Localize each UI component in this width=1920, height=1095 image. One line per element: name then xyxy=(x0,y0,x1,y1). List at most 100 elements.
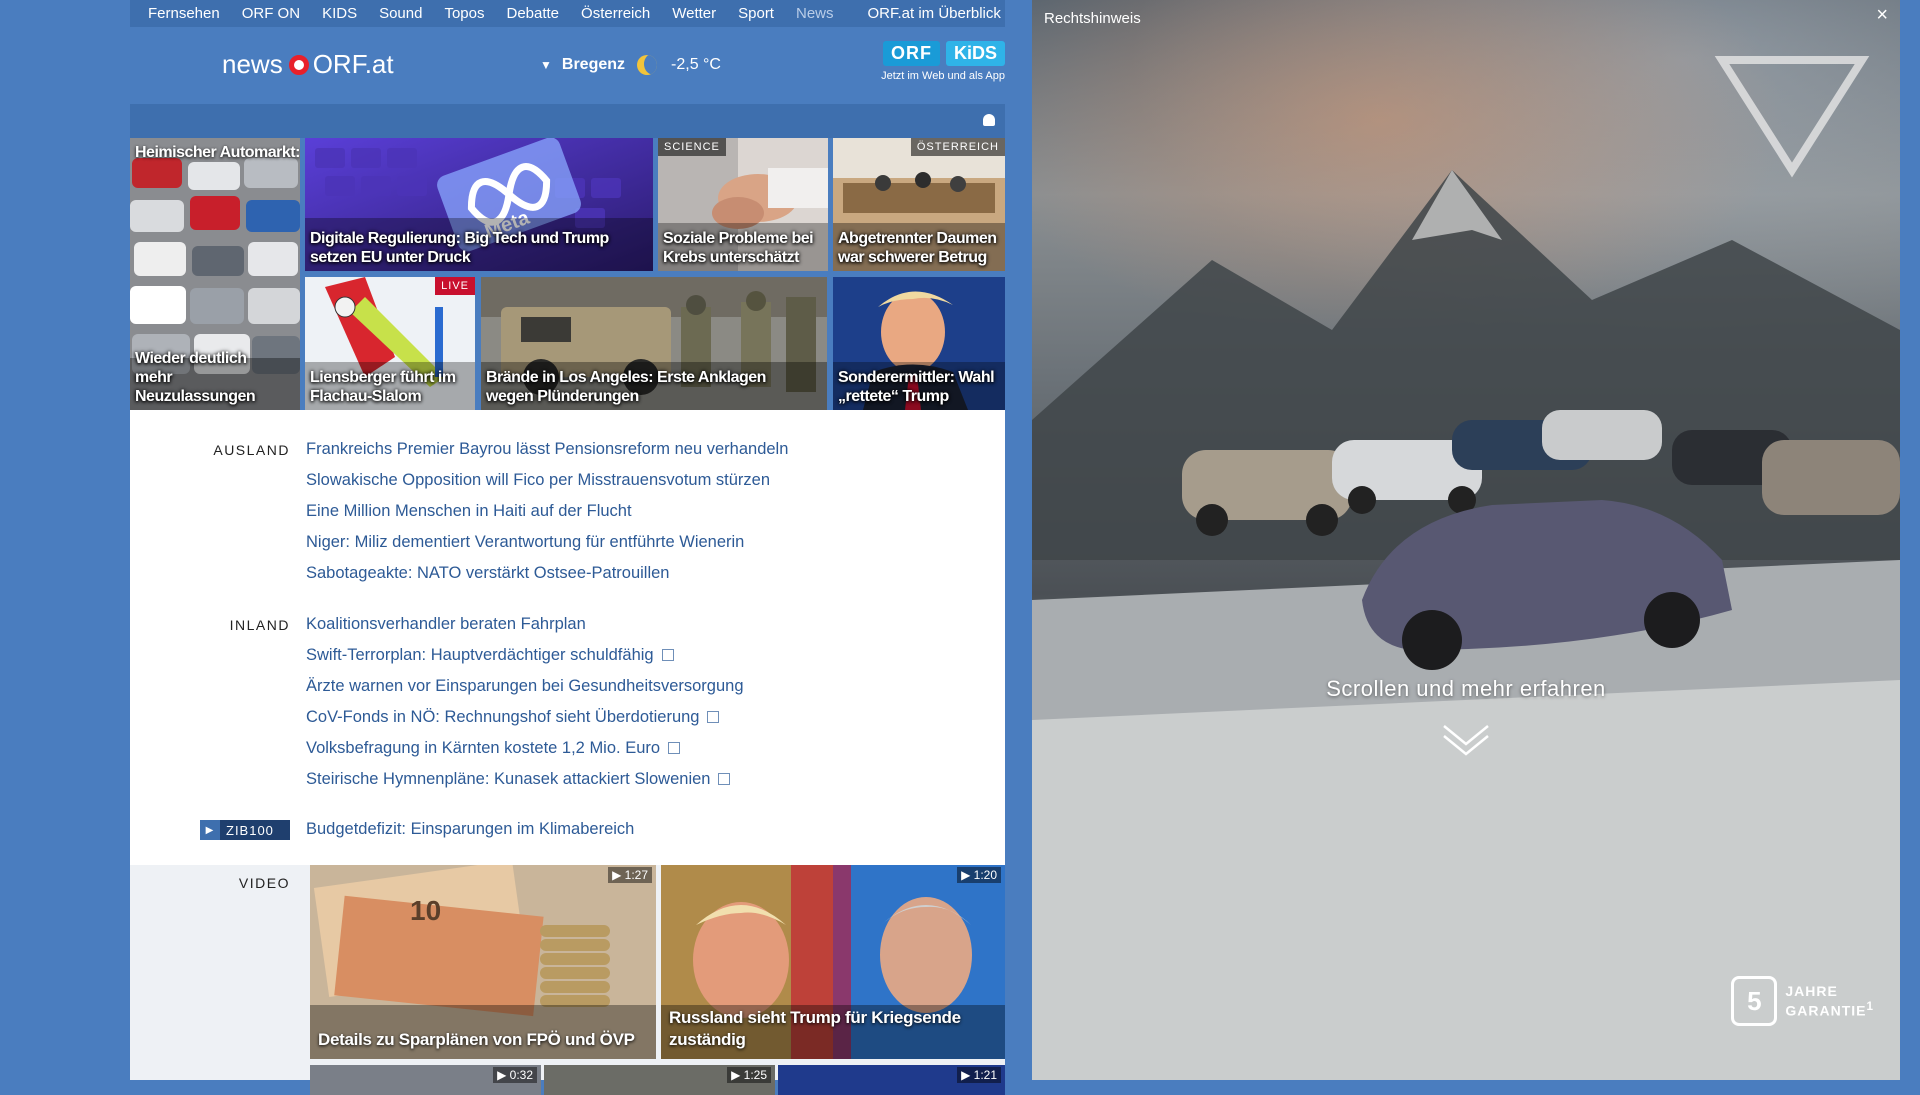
nav-item-fernsehen[interactable]: Fernsehen xyxy=(148,5,220,22)
external-link-icon xyxy=(707,711,720,723)
headline-link[interactable]: Eine Million Menschen in Haiti auf der F… xyxy=(306,496,788,527)
news-orf-logo[interactable]: news ORF.at xyxy=(222,49,394,80)
chevron-down-icon[interactable] xyxy=(1442,722,1490,758)
play-icon: ▶ xyxy=(200,820,220,840)
nav-item-debatte[interactable]: Debatte xyxy=(506,5,559,22)
logo-orf-text: ORF.at xyxy=(312,49,394,79)
zib100-label: ZIB100 xyxy=(226,822,274,838)
zib100-badge[interactable]: ▶ ZIB100 xyxy=(200,820,290,840)
headline-link[interactable]: Volksbefragung in Kärnten kostete 1,2 Mi… xyxy=(306,733,744,764)
nav-item-oesterreich[interactable]: Österreich xyxy=(581,5,650,22)
advertisement-panel[interactable]: Rechtshinweis × Scrollen und mehr erfahr… xyxy=(1032,0,1900,1080)
bell-icon[interactable] xyxy=(983,114,995,126)
guarantee-number: 5 xyxy=(1731,976,1778,1026)
close-icon[interactable]: × xyxy=(1876,4,1888,27)
orf-kids-promo[interactable]: ORF KiDS Jetzt im Web und als App xyxy=(881,41,1005,82)
ad-landscape-image xyxy=(1032,56,1900,1080)
headline-text: Ärzte warnen vor Einsparungen bei Gesund… xyxy=(306,677,744,695)
external-link-icon xyxy=(718,773,731,785)
video-duration: ▶ 1:27 xyxy=(608,867,652,883)
headline-link[interactable]: Frankreichs Premier Bayrou lässt Pension… xyxy=(306,434,788,465)
nav-item-sound[interactable]: Sound xyxy=(379,5,422,22)
story-tile-abgetrennter-daumen[interactable]: ÖSTERREICH Abgetrennter Daumen war schwe… xyxy=(833,138,1005,271)
tile-caption: Digitale Regulierung: Big Tech und Trump… xyxy=(310,230,609,266)
weather-location: Bregenz xyxy=(561,56,626,73)
video-duration: ▶ 1:25 xyxy=(727,1067,771,1083)
weather-widget[interactable]: ▼ Bregenz -2,5 °C xyxy=(540,55,721,75)
orf-badge: ORF xyxy=(882,41,940,66)
top-navigation: Fernsehen ORF ON KIDS Sound Topos Debatt… xyxy=(130,0,1005,27)
headline-text: Swift-Terrorplan: Hauptverdächtiger schu… xyxy=(306,646,654,664)
video-section: VIDEO 10 ▶ 1:27 Details zu Sparplänen vo… xyxy=(130,865,1005,1095)
external-link-icon xyxy=(661,649,674,661)
toolbar-bar xyxy=(130,104,1005,138)
headline-link[interactable]: CoV-Fonds in NÖ: Rechnungshof sieht Über… xyxy=(306,702,744,733)
headline-text: Steirische Hymnenpläne: Kunasek attackie… xyxy=(306,770,711,788)
video-duration: ▶ 1:21 xyxy=(957,1067,1001,1083)
external-link-icon xyxy=(668,742,681,754)
news-lists: AUSLAND Frankreichs Premier Bayrou lässt… xyxy=(130,410,1005,865)
section-label-inland: INLAND xyxy=(229,617,290,633)
tile-tag-oesterreich: ÖSTERREICH xyxy=(910,138,1005,156)
svg-text:10: 10 xyxy=(410,895,441,926)
story-tile-braende-los-angeles[interactable]: Brände in Los Angeles: Erste Anklagen we… xyxy=(481,277,827,410)
headline-link[interactable]: Ärzte warnen vor Einsparungen bei Gesund… xyxy=(306,671,744,702)
headline-link[interactable]: Swift-Terrorplan: Hauptverdächtiger schu… xyxy=(306,640,744,671)
video-duration: ▶ 0:32 xyxy=(493,1067,537,1083)
video-tile-3[interactable]: ▶ 0:32 xyxy=(310,1065,541,1095)
story-tile-digitale-regulierung[interactable]: Meta Digitale Regulierung: Big Tech und … xyxy=(305,138,653,271)
headline-text: CoV-Fonds in NÖ: Rechnungshof sieht Über… xyxy=(306,708,700,726)
moon-icon xyxy=(637,55,658,75)
tile-caption: Sonderermittler: Wahl „rettete“ Trump xyxy=(838,369,995,405)
guarantee-text-1: JAHRE xyxy=(1785,983,1838,1000)
live-badge: LIVE xyxy=(435,277,475,295)
top-stories-grid: Heimischer Automarkt: Wieder deutlich me… xyxy=(130,138,1005,410)
nav-item-news[interactable]: News xyxy=(796,5,834,22)
tile-caption: Soziale Probleme bei Krebs unterschätzt xyxy=(663,230,814,266)
site-header: news ORF.at ▼ Bregenz -2,5 °C ORF KiDS J… xyxy=(130,27,1005,103)
nav-item-orf-on[interactable]: ORF ON xyxy=(242,5,300,22)
tile-top-caption: Heimischer Automarkt: xyxy=(135,144,300,161)
video-tile-5[interactable]: ▶ 1:21 xyxy=(778,1065,1005,1095)
tile-caption: Abgetrennter Daumen war schwerer Betrug xyxy=(838,230,997,266)
ad-title: Rechtshinweis xyxy=(1044,10,1141,27)
video-duration: ▶ 1:20 xyxy=(957,867,1001,883)
nav-item-topos[interactable]: Topos xyxy=(444,5,484,22)
video-tile-sparplaene[interactable]: 10 ▶ 1:27 Details zu Sparplänen von FPÖ … xyxy=(310,865,656,1059)
story-tile-sonderermittler[interactable]: Sonderermittler: Wahl „rettete“ Trump xyxy=(833,277,1005,410)
story-tile-liensberger[interactable]: LIVE Liensberger führt im Flachau-Slalom xyxy=(305,277,475,410)
inland-list: Koalitionsverhandler beraten Fahrplan Sw… xyxy=(306,609,744,795)
nav-item-overview[interactable]: ORF.at im Überblick xyxy=(868,5,1001,22)
chevron-down-icon: ▼ xyxy=(540,58,552,72)
tile-caption: Wieder deutlich mehr Neuzulassungen xyxy=(135,350,256,405)
headline-link[interactable]: Koalitionsverhandler beraten Fahrplan xyxy=(306,609,744,640)
tile-caption: Liensberger führt im Flachau-Slalom xyxy=(310,369,456,405)
video-tile-russland-trump[interactable]: ▶ 1:20 Russland sieht Trump für Kriegsen… xyxy=(661,865,1005,1059)
headline-link[interactable]: Budgetdefizit: Einsparungen im Klimabere… xyxy=(306,814,634,845)
headline-link[interactable]: Slowakische Opposition will Fico per Mis… xyxy=(306,465,788,496)
headline-link[interactable]: Niger: Miliz dementiert Verantwortung fü… xyxy=(306,527,788,558)
video-caption: Details zu Sparplänen von FPÖ und ÖVP xyxy=(318,1030,635,1049)
ad-scroll-cta[interactable]: Scrollen und mehr erfahren xyxy=(1032,676,1900,702)
headline-text: Volksbefragung in Kärnten kostete 1,2 Mi… xyxy=(306,739,661,757)
kids-tagline: Jetzt im Web und als App xyxy=(881,70,1005,82)
nav-item-kids[interactable]: KIDS xyxy=(322,5,357,22)
headline-text: Koalitionsverhandler beraten Fahrplan xyxy=(306,615,586,633)
tile-caption: Brände in Los Angeles: Erste Anklagen we… xyxy=(486,369,766,405)
video-tile-4[interactable]: ▶ 1:25 xyxy=(544,1065,775,1095)
logo-news-text: news xyxy=(222,49,283,79)
headline-link[interactable]: Sabotageakte: NATO verstärkt Ostsee-Patr… xyxy=(306,558,788,589)
story-tile-soziale-probleme[interactable]: SCIENCE Soziale Probleme bei Krebs unter… xyxy=(658,138,828,271)
ausland-list: Frankreichs Premier Bayrou lässt Pension… xyxy=(306,434,788,589)
weather-temperature: -2,5 °C xyxy=(671,56,721,73)
orf-ring-icon xyxy=(288,54,309,75)
kids-badge: KiDS xyxy=(945,41,1005,66)
zib-list: Budgetdefizit: Einsparungen im Klimabere… xyxy=(306,814,634,845)
page-right-margin xyxy=(1900,0,1920,1080)
nav-item-sport[interactable]: Sport xyxy=(738,5,774,22)
nav-item-wetter[interactable]: Wetter xyxy=(672,5,716,22)
headline-link[interactable]: Steirische Hymnenpläne: Kunasek attackie… xyxy=(306,764,744,795)
video-caption: Russland sieht Trump für Kriegsende zust… xyxy=(669,1008,961,1049)
tile-tag-science: SCIENCE xyxy=(658,138,726,156)
story-tile-automarkt[interactable]: Heimischer Automarkt: Wieder deutlich me… xyxy=(130,138,300,410)
